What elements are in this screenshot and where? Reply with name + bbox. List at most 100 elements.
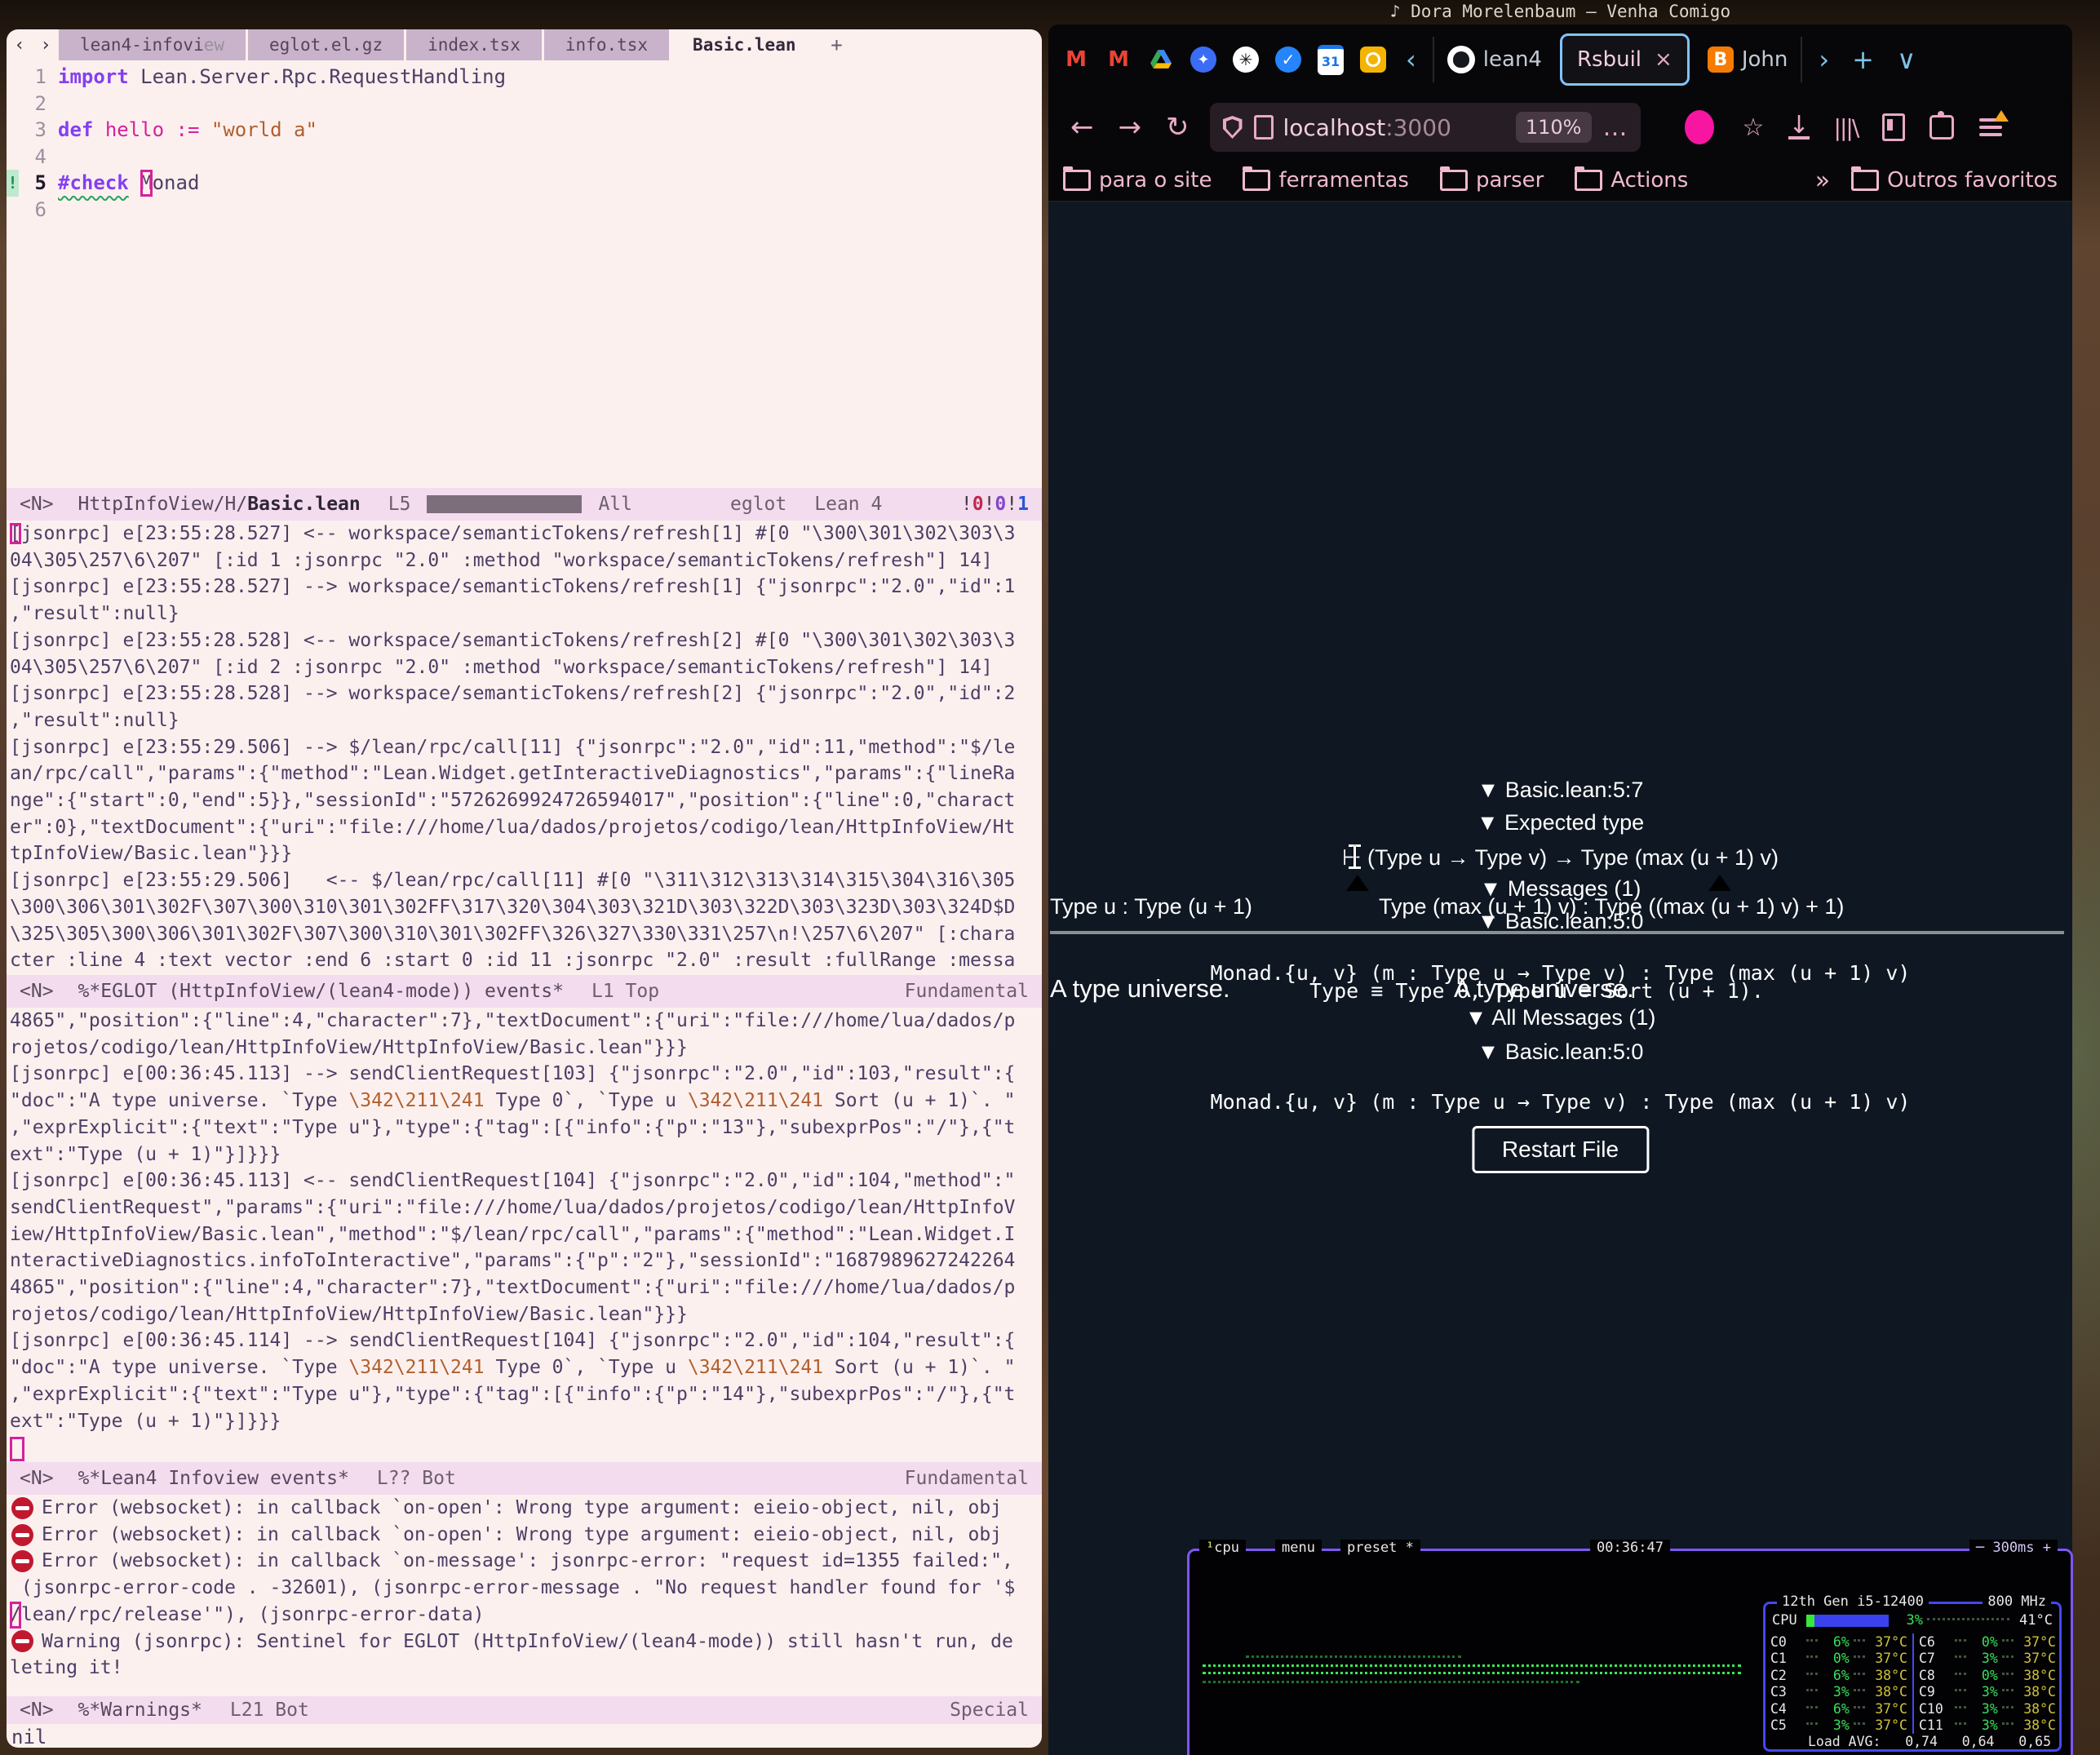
lean4-infoview-events-buffer[interactable]: 4865","position":{"line":4,"character":7…: [7, 1008, 1042, 1462]
tab-back-icon[interactable]: ‹: [7, 29, 33, 60]
major-mode[interactable]: Fundamental: [905, 981, 1029, 1002]
more-bookmarks-icon[interactable]: »: [1815, 166, 1830, 195]
bookmark-item[interactable]: Actions: [1575, 168, 1688, 193]
log-text: [jsonrpc] e[23:55:28.527] --> workspace/…: [10, 576, 1015, 597]
eglot-events-buffer[interactable]: [jsonrpc] e[23:55:28.527] <-- workspace/…: [7, 521, 1042, 975]
cpu-model-label: 12th Gen i5-12400: [1777, 1593, 1929, 1610]
bookmark-item[interactable]: parser: [1440, 168, 1544, 193]
core-temp: 37°C: [1869, 1717, 1907, 1733]
flycheck-bang: !: [1006, 494, 1017, 515]
restart-file-button[interactable]: Restart File: [1472, 1126, 1649, 1173]
tasks-check-icon[interactable]: ✓: [1275, 47, 1301, 73]
log-line: [jsonrpc] e[23:55:29.506] <-- $/lean/rpc…: [10, 867, 1042, 894]
code-token: [93, 117, 104, 144]
leader: [1955, 1673, 1966, 1675]
bookmark-item[interactable]: ferramentas: [1243, 168, 1408, 193]
tracking-protection-shield-icon[interactable]: [1223, 116, 1243, 139]
google-drive-icon[interactable]: [1148, 47, 1174, 73]
list-all-tabs-icon[interactable]: ∨: [1897, 44, 1916, 75]
editor-new-tab-button[interactable]: +: [819, 29, 853, 60]
log-line: 4865","position":{"line":4,"character":7…: [10, 1274, 1042, 1301]
reload-button[interactable]: ↻: [1166, 111, 1190, 144]
point-cursor: [10, 1437, 24, 1461]
warnings-buffer[interactable]: Error (websocket): in callback `on-open'…: [7, 1495, 1042, 1696]
warning-line: (jsonrpc-error-code . -32601), (jsonrpc-…: [10, 1575, 1042, 1602]
major-mode[interactable]: Special: [950, 1700, 1029, 1721]
evil-state: <N>: [20, 1468, 54, 1489]
url-bar[interactable]: localhost :3000 110% …: [1210, 103, 1641, 152]
google-keep-icon[interactable]: [1360, 47, 1386, 73]
menu-icon[interactable]: [1979, 118, 2002, 136]
cpu-box: 12th Gen i5-12400 800 MHz CPU 3% 41°C C0…: [1763, 1602, 2062, 1752]
core-row: C46%37°C: [1766, 1700, 1912, 1717]
editor-tab[interactable]: eglot.el.gz: [248, 29, 404, 60]
log-text: 04\305\257\6\207" [:id 1 :jsonrpc "2.0" …: [10, 550, 993, 571]
flycheck-bang: !: [984, 494, 995, 515]
forward-button[interactable]: →: [1119, 111, 1142, 144]
sidebar-icon[interactable]: [1882, 113, 1905, 141]
page-info-icon[interactable]: [1254, 115, 1274, 140]
tab-active-rsbuild[interactable]: Rsbuil ×: [1560, 33, 1690, 86]
bookmark-item[interactable]: para o site: [1063, 168, 1212, 193]
btop-tab-menu[interactable]: menu: [1275, 1540, 1322, 1556]
all-messages-location[interactable]: ▼ Basic.lean:5:0: [1048, 1039, 2072, 1065]
flycheck-count: 0: [972, 494, 984, 515]
major-mode[interactable]: Fundamental: [905, 1468, 1029, 1489]
library-icon[interactable]: |||\: [1834, 114, 1859, 141]
warning-text: lean/rpc/release'"), (jsonrpc-error-data…: [21, 1602, 485, 1629]
editor-tab-label: index.tsx: [428, 35, 521, 55]
new-tab-button[interactable]: +: [1852, 44, 1874, 75]
editor-tab-label: Basic.lean: [693, 35, 795, 55]
scroll-tabs-left-icon[interactable]: ‹: [1406, 44, 1416, 75]
bookmark-star-icon[interactable]: ☆: [1743, 113, 1765, 142]
flycheck-counts[interactable]: !0!0!1: [961, 494, 1029, 515]
bookmark-other-favorites[interactable]: Outros favoritos: [1851, 168, 2058, 193]
back-button[interactable]: ←: [1070, 111, 1094, 144]
log-line: nge":{"start":0,"end":5}},"sessionId":"5…: [10, 787, 1042, 814]
code-buffer[interactable]: 1import Lean.Server.Rpc.RequestHandling …: [7, 60, 1042, 488]
infoview-location-header[interactable]: ▼ Basic.lean:5:7: [1048, 778, 2072, 803]
editor-tab[interactable]: index.tsx: [406, 29, 542, 60]
fringe-marker: [7, 64, 19, 91]
tab-label: Rsbuil: [1577, 47, 1641, 72]
tab-blogger[interactable]: B John: [1708, 47, 1788, 73]
core-label: C6: [1919, 1634, 1951, 1650]
bookmark-folders: para o site ferramentas parser Actions: [1063, 168, 1719, 193]
editor-tab[interactable]: Basic.lean: [671, 29, 817, 60]
google-calendar-icon[interactable]: 31: [1318, 45, 1344, 75]
tab-forward-icon[interactable]: ›: [33, 29, 59, 60]
log-line: [10, 1434, 1042, 1461]
log-text: tpInfoView/Basic.lean"}}}: [10, 843, 292, 864]
btop-refresh-rate[interactable]: ─ 300ms +: [1969, 1540, 2058, 1556]
expected-type-header[interactable]: ▼ Expected type: [1048, 810, 2072, 835]
close-tab-icon[interactable]: ×: [1655, 47, 1672, 72]
downloads-icon[interactable]: ↓: [1788, 115, 1809, 140]
code-token: [129, 170, 140, 197]
gmail-icon[interactable]: M: [1105, 47, 1132, 73]
gmail-icon[interactable]: M: [1063, 47, 1089, 73]
zoom-level-badge[interactable]: 110%: [1516, 112, 1592, 143]
fringe-marker: [7, 91, 19, 117]
evil-state: <N>: [20, 981, 54, 1002]
editor-tab[interactable]: info.tsx: [544, 29, 669, 60]
page-actions-icon[interactable]: …: [1603, 113, 1628, 142]
scroll-tabs-right-icon[interactable]: ›: [1819, 44, 1829, 75]
lsp-indicator[interactable]: eglot: [730, 494, 786, 515]
tab-github[interactable]: lean4: [1447, 46, 1542, 73]
core-temp: 38°C: [2018, 1717, 2056, 1733]
tab-separator: [1433, 37, 1434, 82]
evil-state: <N>: [20, 1700, 54, 1721]
major-mode[interactable]: Lean 4: [814, 494, 882, 515]
btop-tab-preset[interactable]: preset *: [1340, 1540, 1420, 1556]
progress-bar: [427, 495, 582, 513]
btop-tab-cpu[interactable]: ¹cpu: [1199, 1540, 1246, 1556]
openai-icon[interactable]: ✳: [1233, 47, 1259, 73]
blue-app-icon[interactable]: ✦: [1190, 47, 1216, 73]
bookmark-label: Actions: [1610, 168, 1688, 193]
recording-indicator-icon[interactable]: [1685, 110, 1714, 144]
core-label: C0: [1770, 1634, 1802, 1650]
code-token: "world a": [211, 117, 317, 144]
editor-tab[interactable]: lean4-infoview: [59, 29, 246, 60]
all-messages-header[interactable]: ▼ All Messages (1): [1048, 1005, 2072, 1030]
extensions-icon[interactable]: [1929, 115, 1954, 140]
